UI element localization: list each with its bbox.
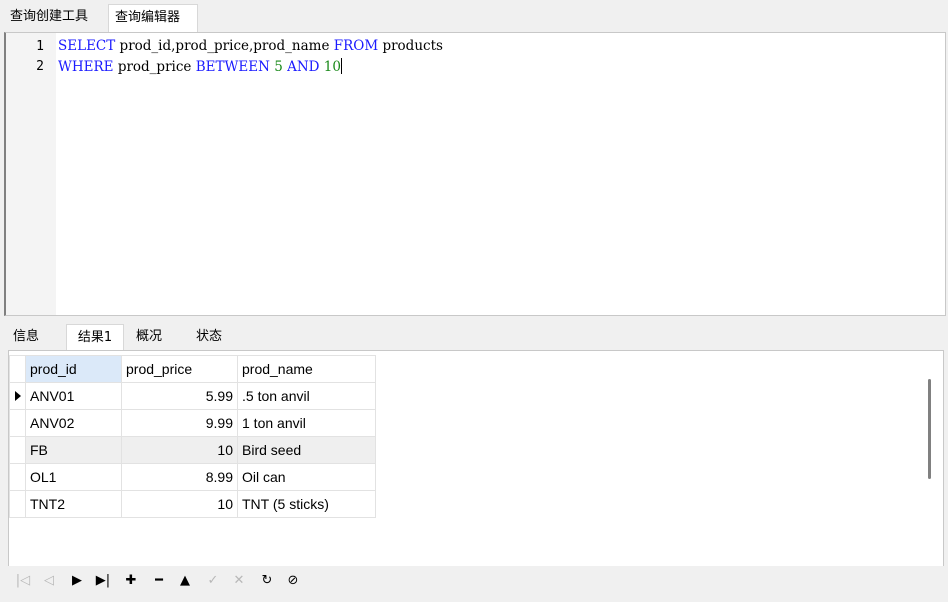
cell-prod-id[interactable]: ANV01 <box>25 382 122 410</box>
code-line[interactable]: SELECT prod_id,prod_price,prod_name FROM… <box>58 38 443 54</box>
cell-prod-name[interactable]: TNT (5 sticks) <box>237 490 376 518</box>
tab-info[interactable]: 信息 <box>8 324 44 350</box>
refresh-icon[interactable]: ↻ <box>256 570 278 592</box>
tab-status[interactable]: 状态 <box>188 324 230 350</box>
stop-icon[interactable]: ⊘ <box>282 570 304 592</box>
row-indicator[interactable] <box>9 436 26 464</box>
last-record-icon[interactable]: ▶| <box>92 570 114 592</box>
text-caret <box>340 58 342 74</box>
line-number-gutter: 1 2 <box>6 33 56 315</box>
sql-number: 5 <box>274 59 283 75</box>
tab-query-builder[interactable]: 查询创建工具 <box>4 4 106 32</box>
table-row[interactable]: TNT2 10 TNT (5 sticks) <box>9 490 376 518</box>
tab-profile[interactable]: 概况 <box>128 324 170 350</box>
row-indicator[interactable] <box>9 490 26 518</box>
next-record-icon[interactable]: ▶ <box>66 570 88 592</box>
tab-query-editor[interactable]: 查询编辑器 <box>108 4 198 32</box>
delete-record-icon[interactable]: ━ <box>148 570 170 592</box>
tab-result-1[interactable]: 结果1 <box>66 324 124 350</box>
row-indicator-header <box>9 355 26 383</box>
add-record-icon[interactable]: ✚ <box>120 570 142 592</box>
cell-prod-name[interactable]: Bird seed <box>237 436 376 464</box>
table-header-row: prod_id prod_price prod_name <box>9 355 376 383</box>
row-indicator[interactable] <box>9 382 26 410</box>
result-table: prod_id prod_price prod_name ANV01 5.99.5… <box>9 355 376 518</box>
cell-prod-price[interactable]: 9.99 <box>121 409 238 437</box>
prev-record-icon[interactable]: ◁ <box>38 570 60 592</box>
cell-prod-price[interactable]: 5.99 <box>121 382 238 410</box>
cell-prod-id[interactable]: TNT2 <box>25 490 122 518</box>
line-number: 2 <box>36 59 44 74</box>
cell-prod-id[interactable]: ANV02 <box>25 409 122 437</box>
current-row-arrow-icon <box>15 391 21 401</box>
sql-keyword: SELECT <box>58 38 116 54</box>
line-number: 1 <box>36 39 44 54</box>
vertical-scrollbar[interactable] <box>928 379 931 479</box>
row-indicator[interactable] <box>9 463 26 491</box>
row-indicator[interactable] <box>9 409 26 437</box>
table-row[interactable]: OL1 8.99 Oil can <box>9 463 376 491</box>
table-row[interactable]: FB 10 Bird seed <box>9 436 376 464</box>
apply-changes-icon[interactable]: ✓ <box>202 570 224 592</box>
column-header-prod-id[interactable]: prod_id <box>25 355 122 383</box>
sql-keyword: WHERE <box>58 59 114 75</box>
record-nav-toolbar: |◁ ◁ ▶ ▶| ✚ ━ ▲ ✓ ✕ ↻ ⊘ <box>8 566 944 596</box>
up-icon[interactable]: ▲ <box>174 570 196 592</box>
table-row[interactable]: ANV01 5.99.5 ton anvil <box>9 382 376 410</box>
cell-prod-price[interactable]: 10 <box>121 436 238 464</box>
cell-prod-price[interactable]: 10 <box>121 490 238 518</box>
column-header-prod-price[interactable]: prod_price <box>121 355 238 383</box>
cell-prod-name[interactable]: Oil can <box>237 463 376 491</box>
sql-text: prod_price <box>113 59 196 75</box>
sql-text: prod_id,prod_price,prod_name <box>115 38 334 54</box>
cell-prod-name[interactable]: .5 ton anvil <box>237 382 376 410</box>
result-tab-bar: 信息 结果1 概况 状态 <box>4 320 946 350</box>
sql-number: 10 <box>323 59 341 75</box>
cell-prod-price[interactable]: 8.99 <box>121 463 238 491</box>
code-line[interactable]: WHERE prod_price BETWEEN 5 AND 10 <box>58 58 342 75</box>
sql-keyword: AND <box>287 59 320 75</box>
top-tab-bar: 查询创建工具 查询编辑器 <box>0 0 948 32</box>
cell-prod-id[interactable]: OL1 <box>25 463 122 491</box>
first-record-icon[interactable]: |◁ <box>12 570 34 592</box>
cell-prod-name[interactable]: 1 ton anvil <box>237 409 376 437</box>
column-header-prod-name[interactable]: prod_name <box>237 355 376 383</box>
result-grid-panel: prod_id prod_price prod_name ANV01 5.99.5… <box>8 350 944 596</box>
table-row[interactable]: ANV02 9.99 1 ton anvil <box>9 409 376 437</box>
cell-prod-id[interactable]: FB <box>25 436 122 464</box>
sql-keyword: BETWEEN <box>195 59 270 75</box>
sql-text: products <box>378 38 443 54</box>
sql-editor[interactable]: 1 2 SELECT prod_id,prod_price,prod_name … <box>4 32 946 316</box>
discard-changes-icon[interactable]: ✕ <box>228 570 250 592</box>
sql-keyword: FROM <box>333 38 379 54</box>
